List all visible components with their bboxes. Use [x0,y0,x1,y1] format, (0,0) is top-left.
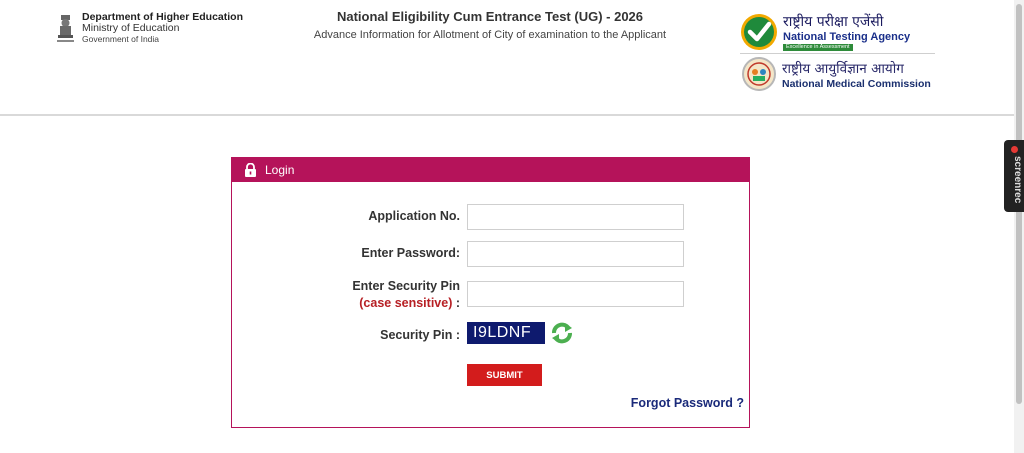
security-pin-label-text: Enter Security Pin [352,279,460,293]
emblem-icon [57,15,74,42]
application-number-input[interactable] [467,204,684,230]
nmc-seal-icon [742,57,776,91]
case-sensitive-note: (case sensitive) [359,296,453,310]
nmc-hindi-name: राष्ट्रीय आयुर्विज्ञान आयोग [782,61,904,77]
security-pin-colon: : [452,296,460,310]
login-title: Login [265,163,295,177]
page-title: National Eligibility Cum Entrance Test (… [336,9,644,24]
nta-logo: राष्ट्रीय परीक्षा एजेंसी National Testin… [740,12,935,54]
application-number-label: Application No. [368,209,460,223]
govt-name: Government of India [82,34,160,44]
ministry-name: Ministry of Education [82,22,180,34]
security-pin-label: Enter Security Pin (case sensitive) : [352,278,460,312]
password-input[interactable] [467,241,684,267]
ministry-branding: Department of Higher Education Ministry … [55,12,243,46]
login-panel: Login Application No. Enter Password: En… [231,157,750,428]
captcha-image: I9LDNF [467,322,545,344]
screenrec-widget[interactable]: screenrec [1004,140,1024,212]
security-pin-input[interactable] [467,281,684,307]
nta-check-icon [741,14,777,50]
login-panel-header: Login [232,158,749,182]
password-label: Enter Password: [361,246,460,260]
nmc-logo: राष्ट्रीय आयुर्विज्ञान आयोग National Med… [742,56,937,96]
captcha-label: Security Pin : [380,328,460,342]
page-subtitle: Advance Information for Allotment of Cit… [313,29,667,41]
header-title-block: National Eligibility Cum Entrance Test (… [290,9,690,41]
page-header: Department of Higher Education Ministry … [0,0,1014,116]
nta-english-name: National Testing Agency [783,31,911,43]
lock-icon [245,163,256,177]
nta-tagline: Excellence in Assessment [783,44,853,51]
record-dot-icon [1011,146,1018,153]
ministry-text: Department of Higher Education Ministry … [82,12,243,45]
page-scrollbar[interactable] [1014,0,1024,453]
nmc-english-name: National Medical Commission [782,78,931,90]
submit-button[interactable]: SUBMIT [467,364,542,386]
nta-hindi-name: राष्ट्रीय परीक्षा एजेंसी [783,14,884,30]
refresh-icon[interactable] [550,321,574,345]
screenrec-label: screenrec [1012,156,1023,204]
forgot-password-link[interactable]: Forgot Password ? [631,396,744,410]
